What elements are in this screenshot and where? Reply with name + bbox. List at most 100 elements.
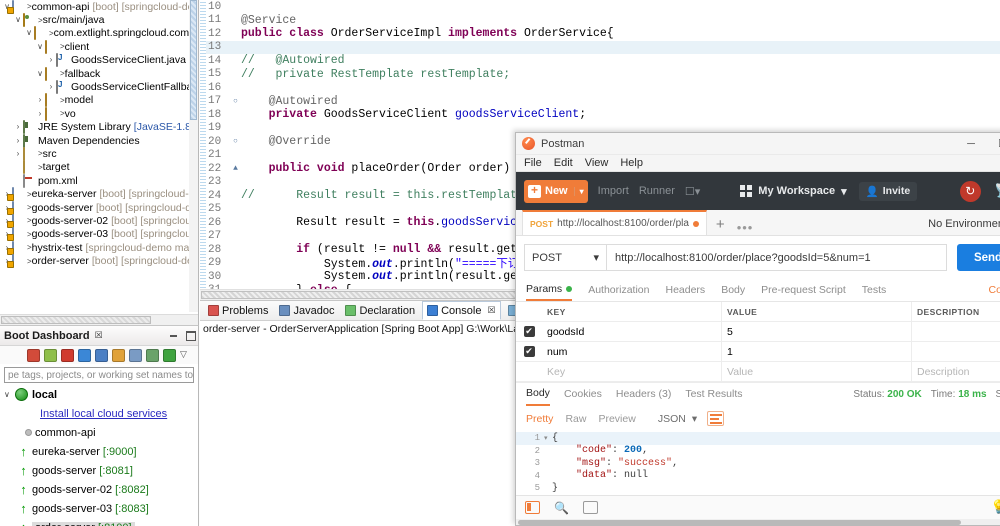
tree-item[interactable]: ›GoodsServiceClient.java [0,54,198,67]
tree-item[interactable]: ›> src [0,147,198,160]
satellite-icon[interactable]: 📡 [995,183,1000,199]
tree-item[interactable]: ∨> client [0,40,198,53]
console-tab-problems[interactable]: Problems [204,301,272,320]
boot-dashboard-item[interactable]: common-api [0,423,198,442]
request-tab-params[interactable]: Params [526,279,572,301]
chevron-right-icon[interactable]: › [46,83,56,91]
chevron-down-icon[interactable]: ∨ [24,29,34,37]
fold-marker-icon[interactable]: ○ [232,137,239,146]
postman-horizontal-scrollbar[interactable] [516,519,1000,526]
maximize-button[interactable]: ☐ [987,133,1000,154]
editor-line[interactable]: 17○ @Autowired [206,95,1000,109]
workspace-selector[interactable]: My Workspace ▾ [740,185,846,198]
boot-dashboard-item[interactable]: Install local cloud services [0,404,198,423]
request-section-tabs[interactable]: ParamsAuthorizationHeadersBodyPre-reques… [516,279,1000,301]
chevron-down-icon[interactable]: ▾ [574,187,584,196]
json-fold-icon[interactable]: ▾ [544,434,552,443]
editor-line[interactable]: 14// @Autowired [206,54,1000,68]
tree-item[interactable]: pom.xml [0,174,198,187]
tree-item[interactable]: ›JRE System Library[JavaSE-1.8] [0,121,198,134]
boot-dashboard-tab-bar[interactable]: Boot Dashboard ☒ [0,326,198,346]
sync-icon[interactable]: ↻ [960,181,981,202]
chevron-right-icon[interactable]: › [13,123,23,131]
boot-dashboard-item[interactable]: ↑goods-server [:8081] [0,461,198,480]
minimize-button[interactable]: ─ [955,133,987,154]
response-section-tabs[interactable]: BodyCookiesHeaders (3)Test Results Statu… [516,382,1000,405]
install-local-cloud-services-link[interactable]: Install local cloud services [40,408,167,420]
close-icon[interactable]: ☒ [95,330,103,341]
minimize-icon[interactable] [168,329,179,340]
package-explorer-horizontal-scrollbar[interactable] [0,314,199,325]
window-controls[interactable]: ─ ☐ [955,133,1000,154]
scrollbar-thumb[interactable] [1,316,151,324]
scrollbar-thumb[interactable] [518,520,961,525]
menu-edit[interactable]: Edit [554,157,573,169]
boot-dashboard-item[interactable]: ↑goods-server-03 [:8083] [0,499,198,518]
tree-item[interactable]: ›GoodsServiceClientFallbackFac [0,80,198,93]
tree-item[interactable]: ∨> fallback [0,67,198,80]
new-tab-button[interactable]: + [707,215,734,235]
boot-dashboard-toolbar[interactable]: ▽ [0,346,198,364]
param-value-cell[interactable]: 1 [722,342,912,362]
http-method-select[interactable]: POST ▾ [524,244,606,271]
response-tab-test-results[interactable]: Test Results [685,388,742,400]
runner-button[interactable]: Runner [639,185,675,197]
postman-title-bar[interactable]: Postman ─ ☐ [516,133,1000,155]
format-options[interactable]: PrettyRawPreview [526,413,648,425]
chevron-down-icon[interactable]: ∨ [4,390,15,399]
chevron-down-icon[interactable]: ∨ [35,70,45,78]
package-explorer-vertical-scrollbar[interactable] [189,0,198,312]
boot-dashboard-panel[interactable]: Boot Dashboard ☒ ▽ pe tags, projects, or… [0,325,199,526]
start-icon[interactable] [27,349,40,362]
fold-marker-icon[interactable]: ▲ [232,164,239,173]
word-wrap-icon[interactable] [707,411,724,426]
table-row[interactable]: ✔goodsId5 [516,322,1000,342]
tree-item[interactable]: ›> hystrix-test[springcloud-demo master] [0,241,198,254]
postman-window[interactable]: Postman ─ ☐ FileEditViewHelp + New ▾ Imp… [515,132,1000,526]
scrollbar-thumb[interactable] [190,0,197,120]
boot-dashboard-filter-input[interactable]: pe tags, projects, or working set names … [4,367,194,383]
new-window-icon[interactable]: ☐▾ [685,185,700,198]
format-option-preview[interactable]: Preview [598,413,635,425]
tree-item[interactable]: > target [0,161,198,174]
chevron-right-icon[interactable]: › [35,96,45,104]
boot-dashboard-item[interactable]: ∨local [0,385,198,404]
request-tab-headers[interactable]: Headers [665,279,705,301]
boot-dashboard-item[interactable]: ↑eureka-server [:9000] [0,442,198,461]
tree-item[interactable]: ›> goods-server[boot] [springcloud-demo [0,201,198,214]
panel-window-buttons[interactable] [168,329,195,340]
edit-config-icon[interactable] [112,349,125,362]
stop-icon[interactable] [61,349,74,362]
response-tab-cookies[interactable]: Cookies [564,388,602,400]
close-icon[interactable]: ☒ [487,305,495,316]
postman-footer[interactable]: 🔍 💡 [516,495,1000,519]
chevron-down-icon[interactable]: ▾ [593,251,599,264]
open-web-browser-icon[interactable] [78,349,91,362]
project-tree[interactable]: ∨> common-api[boot] [springcloud-demo r∨… [0,0,198,268]
more-options-icon[interactable]: ••• [734,220,757,235]
chevron-down-icon[interactable]: ∨ [13,16,23,24]
url-input[interactable]: http://localhost:8100/order/place?goodsI… [606,244,947,271]
editor-line[interactable]: 18 private GoodsServiceClient goodsServi… [206,108,1000,122]
response-language-select[interactable]: JSON ▾ [658,413,697,425]
fold-marker-icon[interactable]: ○ [232,97,239,106]
chevron-right-icon[interactable]: › [35,110,45,118]
tree-item[interactable]: ›> vo [0,107,198,120]
param-key-placeholder[interactable]: Key [542,362,722,382]
param-value-placeholder[interactable]: Value [722,362,912,382]
console-tab-declaration[interactable]: Declaration [341,301,419,320]
tree-item[interactable]: ›> order-server[boot] [springcloud-demo … [0,254,198,267]
tree-item[interactable]: ∨> src/main/java [0,13,198,26]
row-checkbox[interactable]: ✔ [516,346,542,357]
response-tab-headers-3-[interactable]: Headers (3) [616,388,671,400]
chevron-down-icon[interactable]: ▾ [692,413,697,425]
tree-item[interactable]: ›> eureka-server[boot] [springcloud-demo [0,187,198,200]
tree-item[interactable]: ›> model [0,94,198,107]
param-value-cell[interactable]: 5 [722,322,912,342]
add-icon[interactable] [163,349,176,362]
response-tab-body[interactable]: Body [526,383,550,406]
cookies-link[interactable]: Cook [988,284,1000,296]
chevron-right-icon[interactable]: › [13,137,23,145]
param-key-cell[interactable]: num [542,342,722,362]
format-option-raw[interactable]: Raw [565,413,586,425]
